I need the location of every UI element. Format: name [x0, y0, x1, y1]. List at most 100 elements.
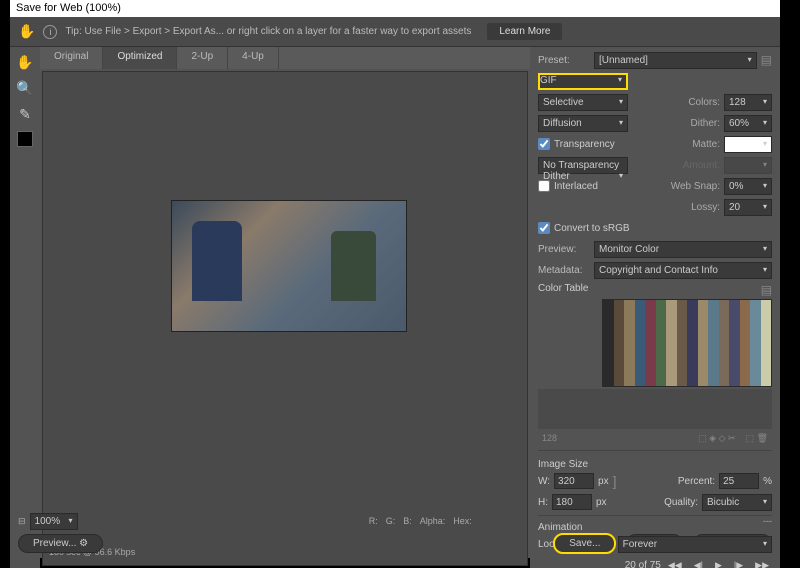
metadata-select[interactable]: Copyright and Contact Info [594, 262, 772, 279]
zoom-select[interactable]: 100% [30, 513, 78, 530]
color-swatch-cell[interactable] [635, 343, 646, 354]
color-swatch-cell[interactable] [614, 311, 625, 322]
colortable-menu-icon[interactable]: ▤ [761, 283, 772, 297]
color-swatch-cell[interactable] [645, 343, 656, 354]
color-swatch-cell[interactable] [708, 300, 719, 311]
color-swatch-cell[interactable] [645, 332, 656, 343]
color-swatch-cell[interactable] [708, 365, 719, 376]
color-swatch-cell[interactable] [740, 354, 751, 365]
color-swatch-cell[interactable] [614, 300, 625, 311]
color-swatch-cell[interactable] [761, 322, 772, 333]
last-frame-button[interactable]: ▶▶ [752, 560, 772, 568]
color-swatch-cell[interactable] [666, 322, 677, 333]
color-swatch-cell[interactable] [719, 375, 730, 386]
color-swatch[interactable] [17, 131, 33, 147]
color-swatch-cell[interactable] [666, 365, 677, 376]
color-swatch-cell[interactable] [677, 322, 688, 333]
color-swatch-cell[interactable] [687, 354, 698, 365]
color-swatch-cell[interactable] [729, 354, 740, 365]
zoom-out-icon[interactable]: ⊟ [18, 516, 26, 527]
color-swatch-cell[interactable] [614, 354, 625, 365]
color-swatch-cell[interactable] [687, 343, 698, 354]
interlaced-checkbox[interactable]: Interlaced [538, 180, 598, 192]
color-swatch-cell[interactable] [603, 365, 614, 376]
color-swatch-cell[interactable] [687, 300, 698, 311]
color-swatch-cell[interactable] [624, 343, 635, 354]
color-swatch-cell[interactable] [666, 332, 677, 343]
websnap-value[interactable]: 0% [724, 178, 772, 195]
color-swatch-cell[interactable] [729, 322, 740, 333]
color-swatch-cell[interactable] [656, 311, 667, 322]
color-swatch-cell[interactable] [761, 365, 772, 376]
color-swatch-cell[interactable] [624, 354, 635, 365]
zoom-tool[interactable]: 🔍 [16, 79, 34, 97]
color-swatch-cell[interactable] [635, 365, 646, 376]
tab-optimized[interactable]: Optimized [103, 47, 177, 69]
color-swatch-cell[interactable] [719, 311, 730, 322]
color-swatch-cell[interactable] [761, 300, 772, 311]
dither-method-select[interactable]: Diffusion [538, 115, 628, 132]
color-swatch-cell[interactable] [656, 354, 667, 365]
dither-amount[interactable]: 60% [724, 115, 772, 132]
color-swatch-cell[interactable] [740, 311, 751, 322]
color-swatch-cell[interactable] [614, 365, 625, 376]
color-swatch-cell[interactable] [750, 354, 761, 365]
color-swatch-cell[interactable] [666, 311, 677, 322]
color-swatch-cell[interactable] [645, 322, 656, 333]
width-input[interactable] [554, 473, 594, 489]
color-swatch-cell[interactable] [603, 300, 614, 311]
color-swatch-cell[interactable] [635, 375, 646, 386]
color-swatch-cell[interactable] [698, 354, 709, 365]
color-swatch-cell[interactable] [635, 300, 646, 311]
hand-tool[interactable]: ✋ [16, 53, 34, 71]
color-swatch-cell[interactable] [719, 365, 730, 376]
play-button[interactable]: ▶ [712, 560, 725, 568]
color-swatch-cell[interactable] [687, 365, 698, 376]
color-swatch-cell[interactable] [645, 300, 656, 311]
color-swatch-cell[interactable] [635, 311, 646, 322]
preview-button[interactable]: Preview... ⚙ [18, 534, 103, 553]
color-swatch-cell[interactable] [708, 332, 719, 343]
color-swatch-cell[interactable] [656, 300, 667, 311]
color-swatch-cell[interactable] [666, 354, 677, 365]
color-swatch-cell[interactable] [729, 300, 740, 311]
color-swatch-cell[interactable] [614, 322, 625, 333]
color-swatch-cell[interactable] [729, 375, 740, 386]
color-swatch-cell[interactable] [687, 311, 698, 322]
color-swatch-cell[interactable] [645, 375, 656, 386]
color-swatch-cell[interactable] [656, 332, 667, 343]
color-swatch-cell[interactable] [708, 343, 719, 354]
color-swatch-cell[interactable] [761, 354, 772, 365]
color-swatch-cell[interactable] [750, 343, 761, 354]
color-swatch-cell[interactable] [645, 365, 656, 376]
color-swatch-cell[interactable] [614, 332, 625, 343]
transparency-dither-select[interactable]: No Transparency Dither [538, 157, 628, 174]
color-swatch-cell[interactable] [624, 332, 635, 343]
colors-select[interactable]: 128 [724, 94, 772, 111]
next-frame-button[interactable]: |▶ [731, 560, 746, 568]
color-swatch-cell[interactable] [677, 354, 688, 365]
color-swatch-cell[interactable] [761, 311, 772, 322]
color-swatch-cell[interactable] [666, 300, 677, 311]
color-swatch-cell[interactable] [729, 365, 740, 376]
loop-select[interactable]: Forever [618, 536, 772, 553]
color-swatch-cell[interactable] [603, 343, 614, 354]
color-swatch-cell[interactable] [750, 322, 761, 333]
color-swatch-cell[interactable] [698, 322, 709, 333]
color-swatch-cell[interactable] [761, 343, 772, 354]
color-swatch-cell[interactable] [677, 332, 688, 343]
color-swatch-cell[interactable] [740, 343, 751, 354]
color-swatch-cell[interactable] [677, 375, 688, 386]
color-swatch-cell[interactable] [729, 311, 740, 322]
color-swatch-cell[interactable] [750, 375, 761, 386]
ct-tools-icons[interactable]: ⬚ ◈ ◇ ✂ ⬚ 🗑 [698, 433, 768, 444]
color-swatch-cell[interactable] [687, 332, 698, 343]
color-swatch-cell[interactable] [677, 365, 688, 376]
prev-frame-button[interactable]: ◀| [691, 560, 706, 568]
color-swatch-cell[interactable] [624, 365, 635, 376]
color-swatch-cell[interactable] [666, 343, 677, 354]
color-swatch-cell[interactable] [750, 311, 761, 322]
color-swatch-cell[interactable] [761, 332, 772, 343]
matte-select[interactable] [724, 136, 772, 153]
quality-select[interactable]: Bicubic [702, 494, 772, 511]
